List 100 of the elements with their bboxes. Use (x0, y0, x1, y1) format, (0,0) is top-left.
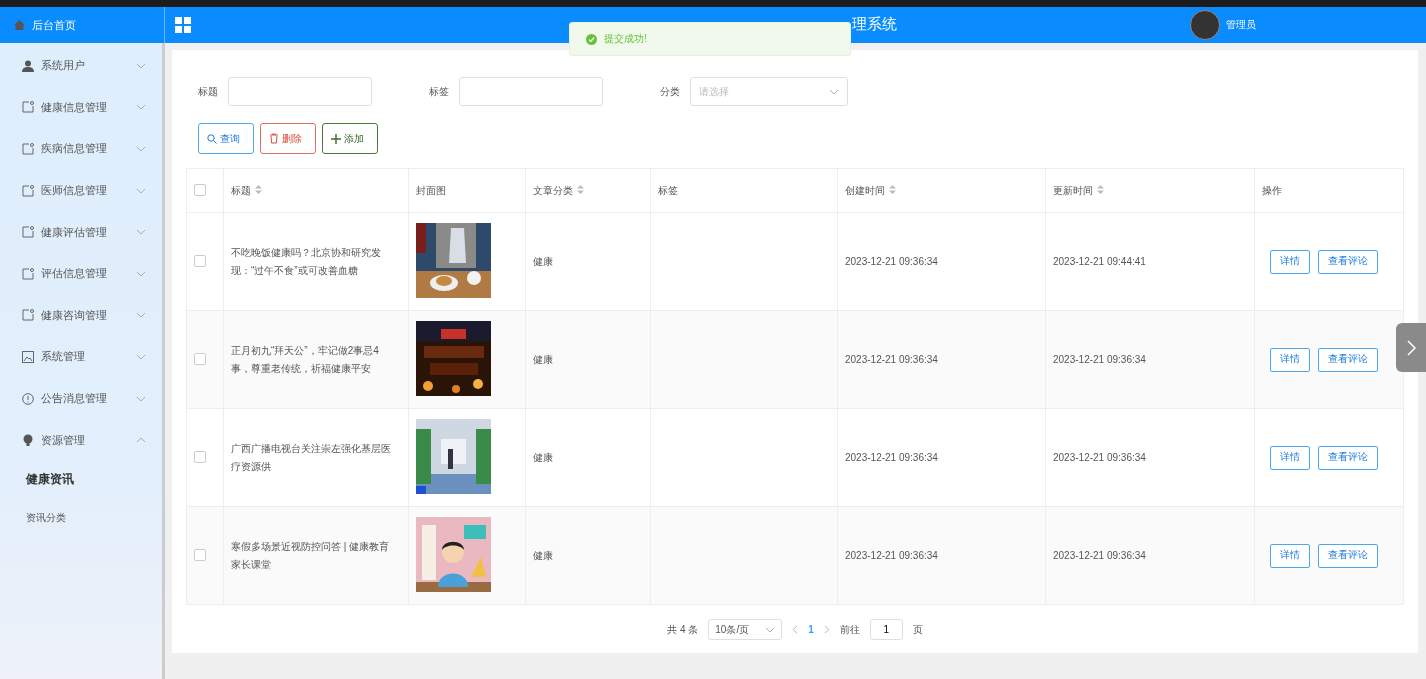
success-toast: 提交成功! (569, 22, 851, 56)
page-label: 页 (912, 622, 923, 637)
column-header: 封面图 (416, 184, 446, 196)
filter-label: 标签 (429, 84, 449, 99)
submenu-item[interactable]: 资讯分类 (0, 498, 162, 537)
table-cell: 2023-12-21 09:36:34 (1053, 550, 1146, 561)
table-cell: 2023-12-21 09:44:41 (1053, 256, 1146, 267)
chevron-icon (136, 187, 146, 194)
previous-page-icon[interactable] (792, 625, 799, 634)
chevron-icon (136, 437, 146, 444)
details-button[interactable]: 详情 (1270, 543, 1310, 568)
table-cell-text: 正月初九“拜天公”，牢记做2事忌4事，尊重老传统，祈福健康平安 (231, 343, 380, 376)
document-icon (22, 101, 34, 114)
table-cell: 2023-12-21 09:36:34 (845, 354, 938, 365)
comments-button[interactable]: 查看评论 (1318, 445, 1378, 470)
menu-item[interactable]: 医师信息管理 (0, 169, 162, 212)
text-field[interactable] (228, 77, 372, 106)
comments-button[interactable]: 查看评论 (1318, 249, 1378, 274)
chevron-icon (136, 353, 146, 360)
plus-icon (331, 133, 341, 144)
sort-icon[interactable] (889, 184, 896, 194)
menu-item[interactable]: 健康评估管理 (0, 211, 162, 253)
image-icon (22, 350, 34, 363)
grid-menu-icon[interactable] (175, 17, 191, 33)
bulb-icon (22, 434, 34, 447)
check-circle-icon (586, 33, 597, 45)
column-header[interactable]: 标题 (231, 184, 251, 196)
checkbox[interactable] (194, 450, 206, 463)
text-field[interactable] (459, 77, 603, 106)
checkbox[interactable] (194, 352, 206, 365)
table-cell: 健康 (533, 255, 553, 267)
column-header[interactable]: 更新时间 (1053, 184, 1093, 196)
table-cell-text: 广西广播电视台关注崇左强化基层医疗资源供 (231, 441, 392, 474)
menu-item[interactable]: 健康信息管理 (0, 86, 162, 129)
details-button[interactable]: 详情 (1270, 249, 1310, 274)
table-cell: 2023-12-21 09:36:34 (1053, 452, 1146, 463)
submenu-item[interactable]: 健康资讯 (0, 460, 162, 499)
checkbox[interactable] (194, 548, 206, 561)
chevron-icon (829, 88, 839, 95)
trash-icon (269, 133, 279, 144)
chevron-right-icon (1406, 339, 1416, 356)
table-cell-text: 寒假多场景近视防控问答 | 健康教育家长课堂 (231, 539, 391, 572)
column-header: 操作 (1262, 184, 1282, 196)
search-icon (207, 133, 217, 144)
page-input[interactable]: 1 (869, 619, 903, 640)
sort-icon[interactable] (1097, 184, 1104, 194)
menu-item[interactable]: 评估信息管理 (0, 252, 162, 295)
chevron-icon (136, 229, 146, 236)
table-cell: 2023-12-21 09:36:34 (845, 550, 938, 561)
expand-handle[interactable] (1396, 323, 1426, 372)
column-header[interactable]: 文章分类 (533, 184, 573, 196)
document-icon (22, 226, 34, 239)
delete-button[interactable]: 删除 (260, 123, 316, 154)
column-header: 标签 (658, 184, 678, 196)
comments-button[interactable]: 查看评论 (1318, 347, 1378, 372)
table-cell: 健康 (533, 549, 553, 561)
menu-item[interactable]: 疾病信息管理 (0, 128, 162, 170)
document-icon (22, 309, 34, 322)
sort-icon[interactable] (577, 184, 584, 194)
column-header[interactable]: 创建时间 (845, 184, 885, 196)
info-icon (22, 392, 34, 405)
add-button[interactable]: 添加 (322, 123, 378, 154)
chevron-icon (136, 104, 146, 111)
chevron-icon (136, 395, 146, 402)
table-cell-text: 不吃晚饭健康吗？北京协和研究发现：“过午不食”或可改善血糖 (231, 245, 382, 278)
page-size-select[interactable]: 10条/页 (708, 619, 783, 640)
details-button[interactable]: 详情 (1270, 347, 1310, 372)
sort-icon[interactable] (255, 184, 262, 194)
search-button[interactable]: 查询 (198, 123, 254, 154)
menu-item[interactable]: 系统用户 (0, 45, 162, 87)
checkbox[interactable] (194, 254, 206, 267)
table-cell: 2023-12-21 09:36:34 (845, 256, 938, 267)
document-icon (22, 184, 34, 197)
table-cell: 健康 (533, 451, 553, 463)
menu-item[interactable]: 系统管理 (0, 336, 162, 378)
chevron-icon (136, 146, 146, 152)
table-cell: 健康 (533, 353, 553, 365)
chevron-icon (136, 62, 146, 69)
chevron-icon (136, 270, 146, 277)
chevron-icon (765, 626, 776, 633)
app-title: 理系统 (852, 15, 897, 34)
details-button[interactable]: 详情 (1270, 445, 1310, 470)
table-cell: 2023-12-21 09:36:34 (1053, 354, 1146, 365)
next-page-icon[interactable] (823, 625, 830, 634)
goto-label: 前往 (839, 622, 860, 637)
home-icon (14, 20, 25, 30)
comments-button[interactable]: 查看评论 (1318, 543, 1378, 568)
user-icon (22, 59, 34, 72)
menu-item[interactable]: 公告消息管理 (0, 377, 162, 420)
table-cell: 2023-12-21 09:36:34 (845, 452, 938, 463)
document-icon (22, 267, 34, 280)
avatar[interactable] (1190, 10, 1220, 40)
total-count: 共 4 条 (667, 622, 699, 637)
document-icon (22, 143, 34, 155)
menu-item[interactable]: 健康咨询管理 (0, 294, 162, 337)
filter-label: 标题 (198, 84, 218, 99)
menu-item[interactable]: 资源管理 (0, 419, 162, 461)
checkbox[interactable] (194, 183, 206, 196)
filter-label: 分类 (660, 84, 680, 99)
chevron-icon (136, 312, 146, 319)
